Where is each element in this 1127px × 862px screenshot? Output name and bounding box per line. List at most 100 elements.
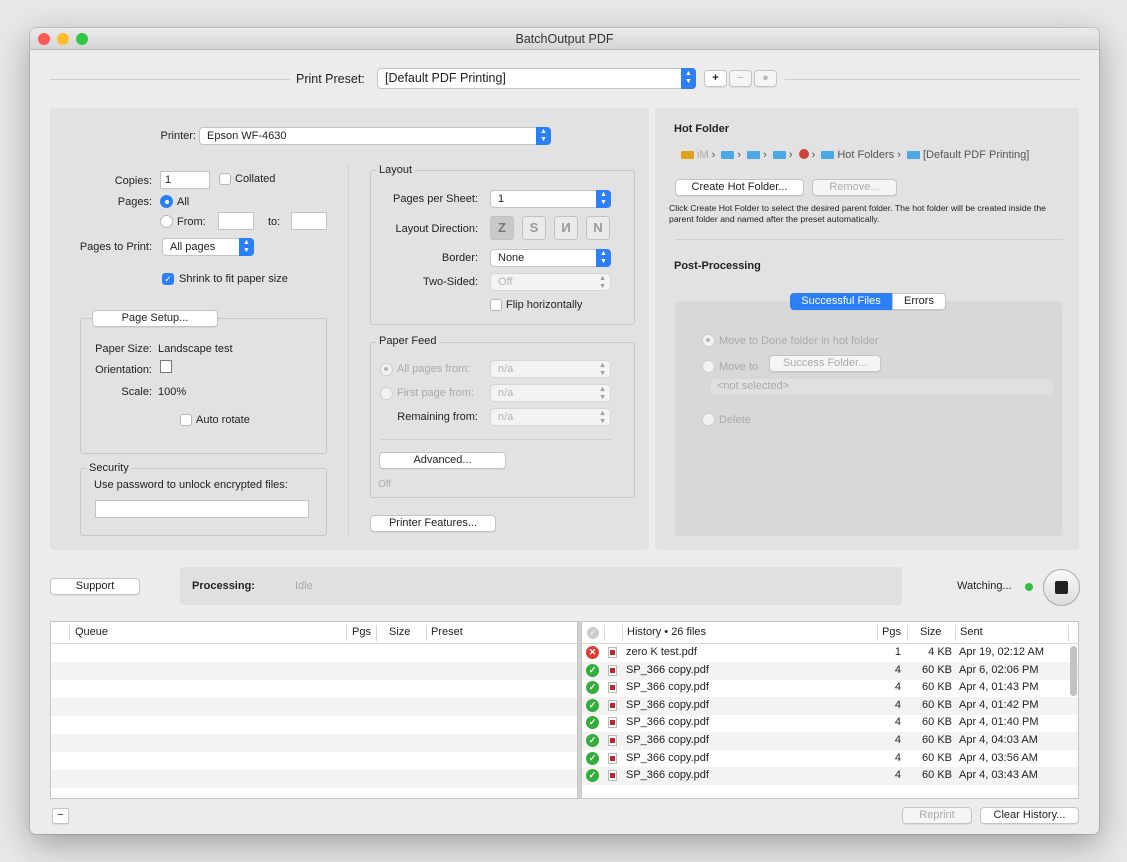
layout-direction-z-icon[interactable]: Z xyxy=(490,216,514,240)
pages-per-sheet-select[interactable]: 1 ▲ ▼ xyxy=(490,190,611,208)
pages-all-radio[interactable] xyxy=(160,195,173,208)
border-label: Border: xyxy=(441,252,478,264)
table-row[interactable]: ✓ SP_366 copy.pdf 4 60 KB Apr 4, 01:42 PM xyxy=(582,696,1078,715)
path-folder: Hot Folders xyxy=(837,149,895,161)
first-page-from-select[interactable]: n/a ▲ ▼ xyxy=(490,384,611,402)
scrollbar-thumb[interactable] xyxy=(1070,646,1077,696)
file-size: 60 KB xyxy=(922,769,952,782)
table-row[interactable] xyxy=(51,734,577,752)
history-size-column-header[interactable]: Size xyxy=(920,626,941,638)
move-done-radio[interactable] xyxy=(702,334,715,347)
table-row[interactable]: ✕ zero K test.pdf 1 4 KB Apr 19, 02:12 AM xyxy=(582,644,1078,662)
table-row[interactable] xyxy=(51,662,577,680)
two-sided-select[interactable]: Off ▲ ▼ xyxy=(490,273,611,291)
success-status-icon: ✓ xyxy=(586,681,599,695)
file-pages: 4 xyxy=(894,681,901,694)
hot-folder-title: Hot Folder xyxy=(674,123,729,135)
folder-icon xyxy=(821,151,835,159)
queue-column-header[interactable]: Queue xyxy=(75,626,108,638)
table-row[interactable] xyxy=(51,716,577,734)
delete-radio[interactable] xyxy=(702,413,715,426)
size-column-header[interactable]: Size xyxy=(389,626,410,638)
status-column-icon[interactable]: ✓ xyxy=(587,627,599,639)
from-field[interactable] xyxy=(218,212,254,230)
border-select[interactable]: None ▲ ▼ xyxy=(490,249,611,267)
remaining-from-value: n/a xyxy=(498,411,514,423)
preset-column-header[interactable]: Preset xyxy=(431,626,463,638)
copies-field[interactable]: 1 xyxy=(160,171,210,189)
table-row[interactable]: ✓ SP_366 copy.pdf 4 60 KB Apr 4, 03:56 AM xyxy=(582,750,1078,768)
support-button[interactable]: Support xyxy=(50,578,140,595)
table-row[interactable]: ✓ SP_366 copy.pdf 4 60 KB Apr 6, 02:06 PM xyxy=(582,661,1078,680)
chevron-updown-icon: ▲ ▼ xyxy=(681,68,696,89)
layout-direction-n-icon[interactable]: N xyxy=(586,216,610,240)
all-pages-from-radio[interactable] xyxy=(380,363,393,376)
success-status-icon: ✓ xyxy=(586,698,599,712)
table-row[interactable] xyxy=(51,680,577,698)
move-to-radio[interactable] xyxy=(702,360,715,373)
file-sent: Apr 4, 03:43 AM xyxy=(959,769,1038,782)
table-row[interactable]: ✓ SP_366 copy.pdf 4 60 KB Apr 4, 03:43 AM xyxy=(582,767,1078,786)
table-row[interactable]: ✓ SP_366 copy.pdf 4 60 KB Apr 4, 04:03 AM xyxy=(582,732,1078,750)
advanced-button[interactable]: Advanced... xyxy=(379,452,506,469)
tab-successful-files[interactable]: Successful Files xyxy=(790,293,892,310)
queue-header: Queue Pgs Size Preset xyxy=(51,622,577,644)
page-setup-button[interactable]: Page Setup... xyxy=(92,310,218,327)
history-sent-column-header[interactable]: Sent xyxy=(960,626,983,638)
remove-queue-item-button[interactable]: − xyxy=(52,808,69,824)
reprint-button[interactable]: Reprint xyxy=(902,807,972,824)
tag-icon[interactable]: ● xyxy=(754,70,777,87)
history-column-header[interactable]: History • 26 files xyxy=(627,626,706,638)
flip-label: Flip horizontally xyxy=(506,299,583,311)
table-row[interactable]: ✓ SP_366 copy.pdf 4 60 KB Apr 4, 01:40 PM xyxy=(582,714,1078,732)
clear-history-button[interactable]: Clear History... xyxy=(980,807,1079,824)
success-folder-button[interactable]: Success Folder... xyxy=(769,355,881,372)
table-row[interactable] xyxy=(51,644,577,662)
pgs-column-header[interactable]: Pgs xyxy=(352,626,371,638)
auto-rotate-checkbox[interactable] xyxy=(180,414,192,426)
create-hot-folder-button[interactable]: Create Hot Folder... xyxy=(675,179,804,196)
move-to-label: Move to xyxy=(719,361,759,373)
password-field[interactable] xyxy=(95,500,309,518)
pages-to-print-select[interactable]: All pages ▲ ▼ xyxy=(162,238,254,256)
printer-select[interactable]: Epson WF-4630 ▲ ▼ xyxy=(199,127,551,145)
success-status-icon: ✓ xyxy=(586,663,599,677)
pdf-file-icon xyxy=(608,770,617,782)
to-field[interactable] xyxy=(291,212,327,230)
all-pages-from-label: All pages from: xyxy=(397,363,471,375)
pages-from-radio[interactable] xyxy=(160,215,173,228)
table-row[interactable] xyxy=(51,770,577,788)
file-size: 4 KB xyxy=(928,646,952,658)
folder-icon xyxy=(906,151,920,159)
file-sent: Apr 4, 04:03 AM xyxy=(959,734,1038,746)
stop-watching-button[interactable] xyxy=(1043,569,1080,606)
pdf-file-icon xyxy=(608,735,617,746)
tab-errors[interactable]: Errors xyxy=(892,293,946,310)
remove-preset-button[interactable]: − xyxy=(729,70,752,87)
column-separator xyxy=(907,625,908,641)
all-pages-from-select[interactable]: n/a ▲ ▼ xyxy=(490,360,611,378)
first-page-from-radio[interactable] xyxy=(380,387,393,400)
table-row[interactable]: ✓ SP_366 copy.pdf 4 60 KB Apr 4, 01:43 PM xyxy=(582,679,1078,697)
remove-hot-folder-button[interactable]: Remove... xyxy=(812,179,897,196)
history-table: ✓ History • 26 files Pgs Size Sent ✕ zero… xyxy=(581,621,1079,799)
shrink-checkbox[interactable]: ✓ xyxy=(162,273,174,285)
layout-direction-s-icon[interactable]: S xyxy=(522,216,546,240)
add-preset-button[interactable]: + xyxy=(704,70,727,87)
column-separator xyxy=(69,625,70,641)
table-row[interactable] xyxy=(51,752,577,770)
layout-direction-n-reverse-icon[interactable]: И xyxy=(554,216,578,240)
column-separator xyxy=(604,625,605,641)
queue-table: Queue Pgs Size Preset xyxy=(50,621,578,799)
preset-select[interactable]: [Default PDF Printing] ▲ ▼ xyxy=(377,68,696,89)
flip-checkbox[interactable] xyxy=(490,299,502,311)
collated-checkbox[interactable] xyxy=(219,173,231,185)
divider xyxy=(675,239,1063,240)
column-separator xyxy=(877,625,878,641)
history-pgs-column-header[interactable]: Pgs xyxy=(882,626,901,638)
remaining-from-select[interactable]: n/a ▲ ▼ xyxy=(490,408,611,426)
file-pages: 4 xyxy=(894,698,901,711)
printer-features-button[interactable]: Printer Features... xyxy=(370,515,496,532)
pdf-file-icon xyxy=(608,752,617,764)
table-row[interactable] xyxy=(51,698,577,716)
